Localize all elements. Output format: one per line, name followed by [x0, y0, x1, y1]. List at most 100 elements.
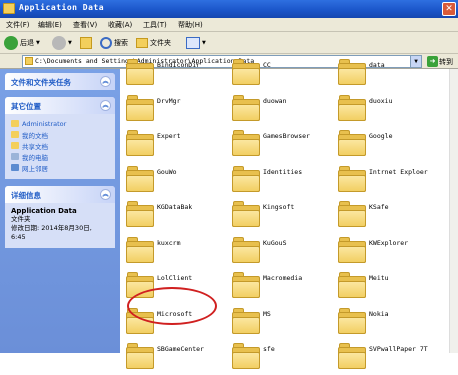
folder-item[interactable]: CC [232, 57, 332, 91]
folder-icon [232, 307, 262, 334]
folder-item[interactable]: MS [232, 306, 332, 340]
folder-label: CC [263, 61, 271, 69]
folder-icon [338, 307, 368, 334]
back-button[interactable]: 后退 ▼ [4, 35, 40, 51]
menu-view[interactable]: 查看(V) [73, 20, 97, 30]
folder-item[interactable]: duoxiu [338, 93, 438, 127]
chevron-down-icon: ▼ [202, 40, 206, 46]
folder-item[interactable]: Kingsoft [232, 199, 332, 233]
folder-item[interactable]: BindIconDir [126, 57, 226, 91]
details-time: 6:45 [11, 233, 26, 241]
folder-label: duoxiu [369, 96, 393, 105]
chevron-collapse-icon[interactable]: ︽ [100, 100, 111, 111]
place-link-shared-documents[interactable]: 共享文档 [11, 140, 109, 151]
folder-label: SVPwallPaper 7T [369, 345, 428, 353]
forward-button[interactable]: ▼ [52, 35, 72, 51]
folder-icon [338, 201, 368, 227]
folder-icon [126, 130, 156, 156]
chevron-down-icon: ▼ [36, 40, 40, 46]
search-icon [100, 37, 112, 49]
folder-item[interactable]: SVPwallPaper 7T [338, 341, 438, 375]
folder-icon [126, 236, 156, 263]
menu-tools[interactable]: 工具(T) [143, 20, 167, 30]
folder-label: KSafe [369, 203, 389, 211]
up-folder-button[interactable] [80, 35, 92, 51]
folder-icon [338, 59, 368, 85]
menu-bar: 文件(F) 编辑(E) 查看(V) 收藏(A) 工具(T) 帮助(H) [0, 18, 458, 32]
place-link-network[interactable]: 网上邻居 [11, 162, 109, 173]
menu-favorites[interactable]: 收藏(A) [108, 20, 132, 30]
folder-item[interactable]: Intrnet Exploer [338, 164, 438, 198]
computer-icon [11, 153, 19, 160]
folder-item[interactable]: Identities [232, 164, 332, 198]
folder-item[interactable]: Expert [126, 128, 226, 162]
folder-icon [338, 343, 368, 369]
places-panel-header[interactable]: 其它位置 ︽ [5, 97, 115, 114]
folder-label: KWExplorer [369, 238, 409, 247]
folder-label: Expert [157, 132, 181, 140]
folder-label: Macromedia [263, 274, 303, 282]
folder-icon [232, 59, 262, 85]
folder-item[interactable]: Meitu [338, 270, 438, 304]
chevron-down-icon: ▼ [68, 40, 72, 46]
folder-icon [338, 130, 368, 156]
folder-label: Nokia [369, 309, 389, 318]
highlight-circle [127, 287, 217, 325]
folder-item[interactable]: DrvMgr [126, 93, 226, 127]
folder-item[interactable]: Nokia [338, 306, 438, 340]
folder-icon [126, 94, 156, 121]
menu-help[interactable]: 帮助(H) [178, 20, 203, 30]
title-bar: Application Data ✕ [0, 0, 458, 18]
folder-item[interactable]: data [338, 57, 438, 91]
menu-edit[interactable]: 编辑(E) [38, 20, 62, 30]
place-link-my-computer[interactable]: 我的电脑 [11, 151, 109, 162]
chevron-collapse-icon[interactable]: ︽ [100, 189, 111, 200]
close-button[interactable]: ✕ [442, 2, 456, 16]
folder-item[interactable]: GamesBrowser [232, 128, 332, 162]
folder-icon [25, 57, 33, 65]
details-panel: 详细信息 ︽ Application Data 文件夹 修改日期: 2014年8… [5, 186, 115, 248]
folder-item[interactable]: KGDataBak [126, 199, 226, 233]
folder-label: sfe [263, 345, 275, 353]
folder-label: duowan [263, 96, 287, 105]
folder-icon [3, 3, 15, 14]
folder-label: GamesBrowser [263, 132, 310, 140]
vertical-scrollbar[interactable] [449, 69, 458, 353]
folder-label: kuxcrm [157, 238, 181, 247]
folder-item[interactable]: SBGameCenter [126, 341, 226, 375]
folder-item[interactable]: GouWo [126, 164, 226, 198]
search-button[interactable]: 搜索 [100, 35, 128, 51]
folders-icon [136, 38, 148, 48]
folder-item[interactable]: KSafe [338, 199, 438, 233]
folder-icon [126, 343, 156, 369]
forward-arrow-icon [52, 36, 66, 50]
tasks-panel-header[interactable]: 文件和文件夹任务 ︽ [5, 73, 115, 90]
folder-label: GouWo [157, 167, 177, 176]
folder-icon [126, 165, 156, 192]
folder-item[interactable]: Macromedia [232, 270, 332, 304]
folder-label: Meitu [369, 274, 389, 282]
menu-file[interactable]: 文件(F) [6, 20, 30, 30]
folder-item[interactable]: KWExplorer [338, 235, 438, 269]
folder-label: data [369, 61, 385, 69]
folders-button[interactable]: 文件夹 [136, 35, 171, 51]
shared-folder-icon [11, 142, 19, 149]
details-panel-header[interactable]: 详细信息 ︽ [5, 186, 115, 203]
folder-item[interactable]: kuxcrm [126, 235, 226, 269]
toolbar: 后退 ▼ ▼ 搜索 文件夹 ▼ [0, 32, 458, 54]
folder-label: SBGameCenter [157, 345, 204, 353]
folder-icon [338, 272, 368, 298]
views-button[interactable]: ▼ [186, 35, 206, 51]
folder-label: MS [263, 309, 271, 318]
place-link-my-documents[interactable]: 我的文档 [11, 129, 109, 140]
folder-item[interactable]: KuGouS [232, 235, 332, 269]
chevron-collapse-icon[interactable]: ︽ [100, 76, 111, 87]
tasks-panel: 文件和文件夹任务 ︽ [5, 73, 115, 90]
folder-item[interactable]: duowan [232, 93, 332, 127]
folder-icon [232, 94, 262, 121]
folder-item[interactable]: sfe [232, 341, 332, 375]
back-arrow-icon [4, 36, 18, 50]
place-link-administrator[interactable]: Administrator [11, 118, 109, 129]
folder-item[interactable]: Google [338, 128, 438, 162]
folder-label: Identities [263, 167, 303, 176]
